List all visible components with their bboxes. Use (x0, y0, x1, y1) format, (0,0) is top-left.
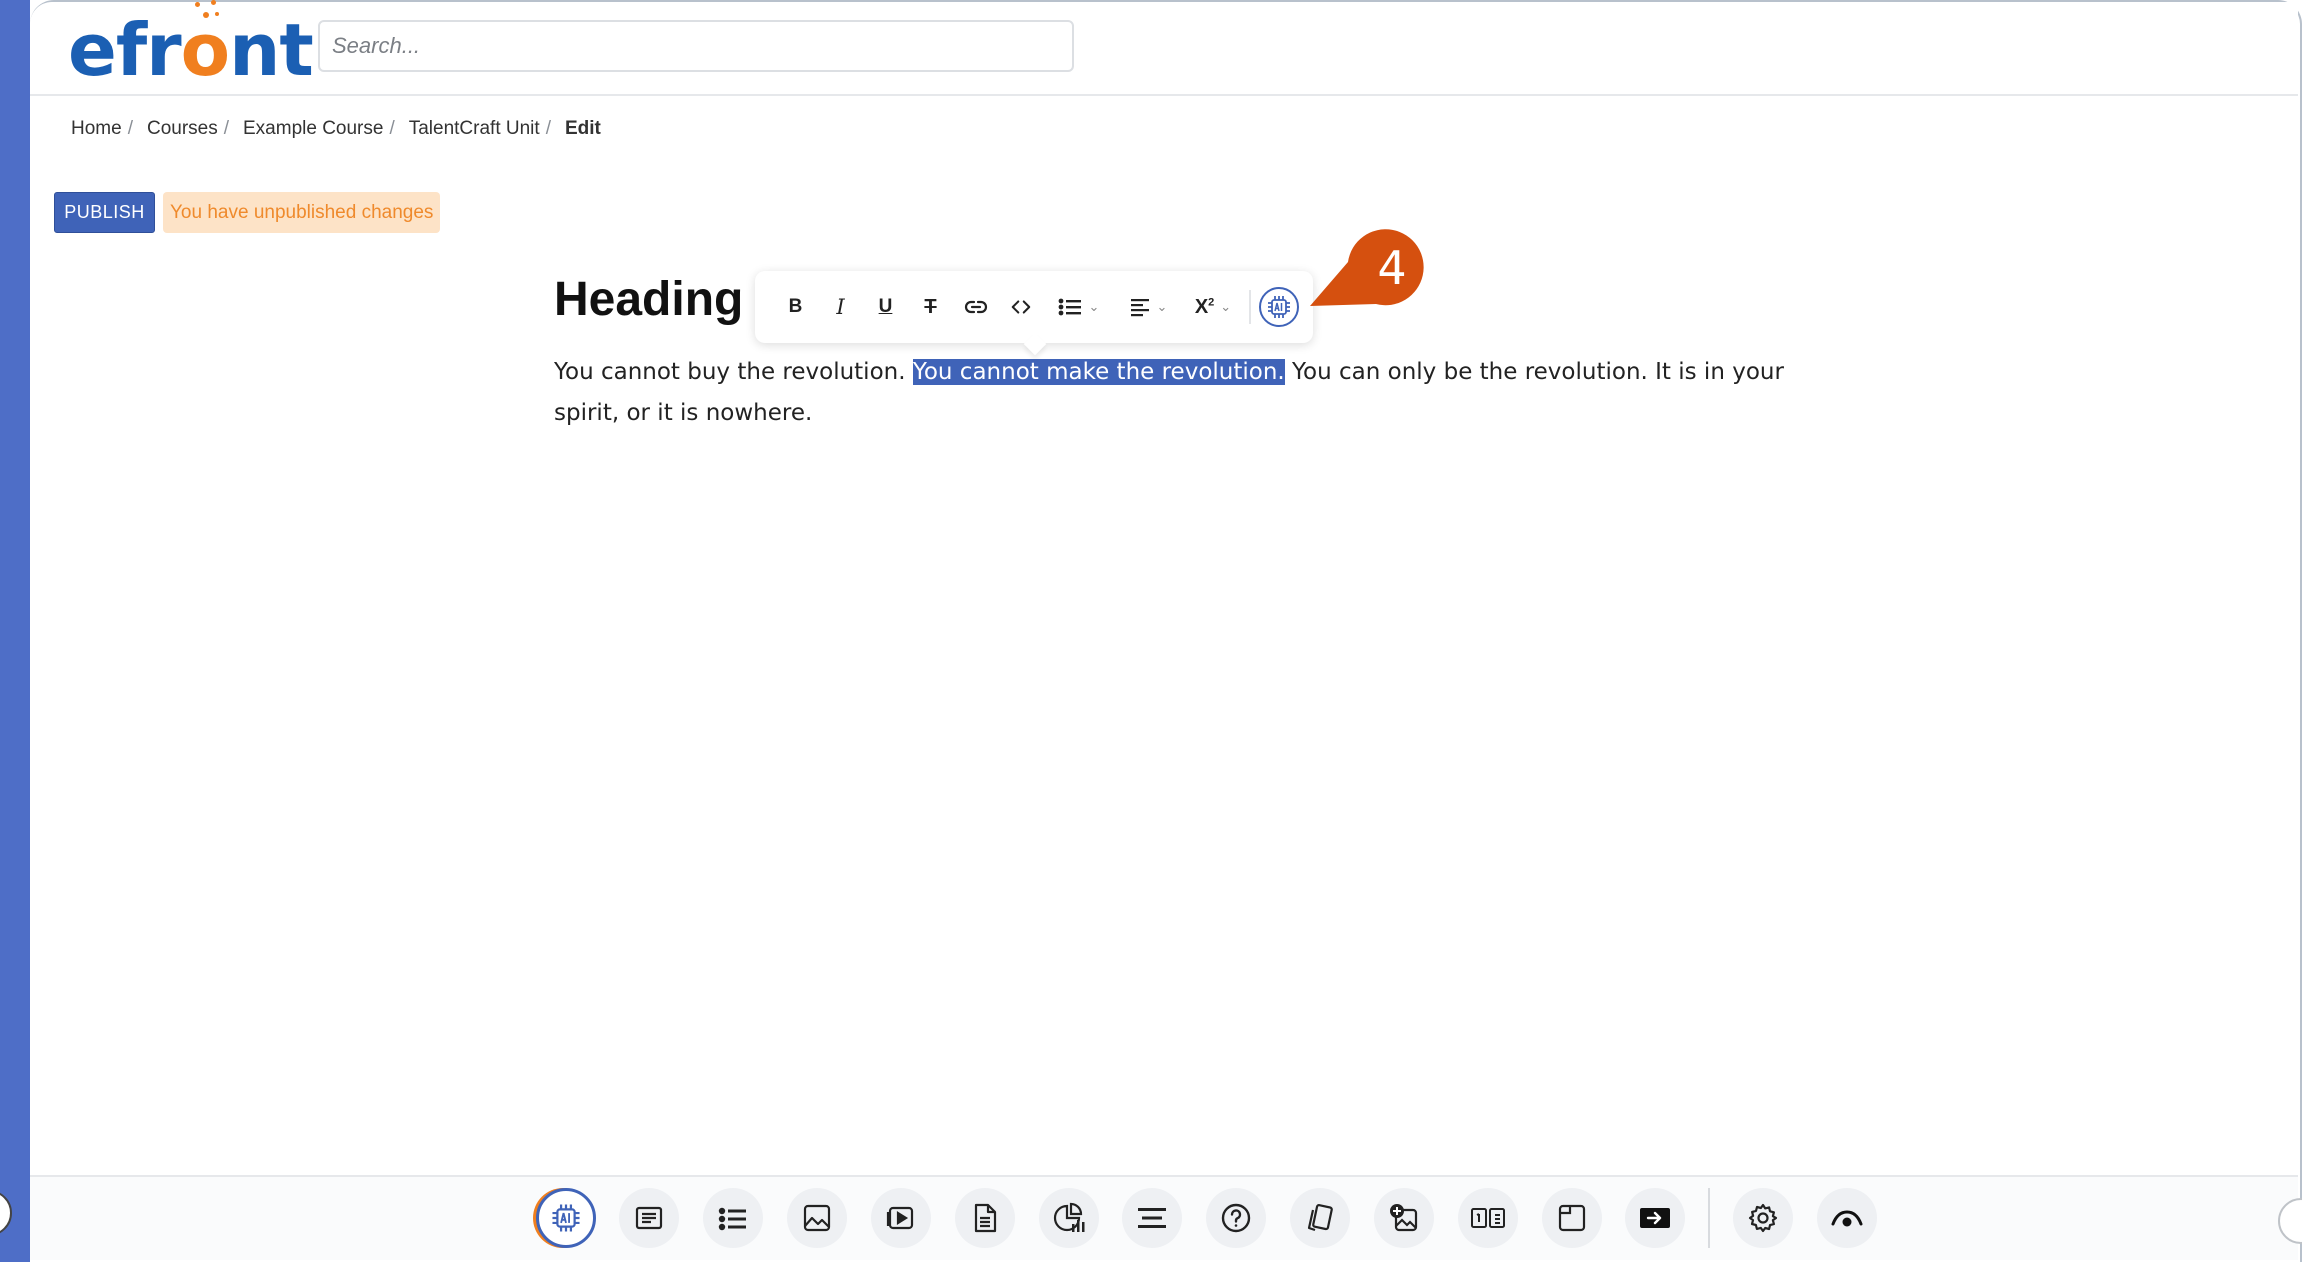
list-block-button[interactable] (703, 1188, 763, 1248)
chevron-down-icon: ⌄ (1088, 299, 1100, 314)
text-block-icon (635, 1206, 663, 1230)
chart-block-button[interactable] (1039, 1188, 1099, 1248)
breadcrumb: Home / Courses / Example Course / TalentCra… (71, 118, 601, 140)
list-icon (718, 1207, 746, 1231)
underline-icon: U (878, 296, 893, 317)
publish-button[interactable]: PUBLISH (54, 192, 155, 233)
code-icon (1011, 300, 1030, 314)
image-icon (803, 1204, 831, 1232)
paragraph-text-before: You cannot buy the revolution. (554, 359, 913, 385)
breadcrumb-courses[interactable]: Courses (147, 118, 218, 140)
step-number: 4 (1377, 241, 1407, 295)
left-accent-strip (0, 0, 30, 1262)
top-header: efr ont (30, 0, 2298, 96)
ai-chip-icon (1268, 296, 1290, 318)
gear-icon (1748, 1203, 1778, 1233)
window-icon (1558, 1204, 1586, 1232)
embed-icon (1640, 1208, 1670, 1228)
link-button[interactable] (953, 287, 998, 327)
align-dropdown[interactable]: ⌄ (1113, 287, 1183, 327)
document-block-button[interactable] (955, 1188, 1015, 1248)
chevron-down-icon: ⌄ (1220, 299, 1232, 314)
divider-block-button[interactable] (1122, 1188, 1182, 1248)
video-icon (886, 1206, 914, 1230)
align-left-icon (1130, 299, 1149, 317)
search-input[interactable] (318, 20, 1074, 72)
breadcrumb-current: Edit (564, 118, 601, 139)
link-icon (964, 300, 987, 314)
breadcrumb-home[interactable]: Home (71, 118, 122, 140)
italic-icon: I (836, 295, 845, 319)
code-button[interactable] (998, 287, 1043, 327)
video-block-button[interactable] (871, 1188, 931, 1248)
strikethrough-icon: T (924, 295, 937, 318)
preview-button[interactable] (1817, 1188, 1877, 1248)
embed-block-button[interactable] (1625, 1188, 1685, 1248)
content-heading[interactable]: Heading (554, 272, 743, 327)
ai-block-button[interactable] (536, 1188, 596, 1248)
underline-button[interactable]: U (863, 287, 908, 327)
bottom-toolbar-separator (1708, 1188, 1710, 1248)
bullet-list-icon (1058, 298, 1081, 316)
settings-button[interactable] (1733, 1188, 1793, 1248)
image-add-block-button[interactable] (1374, 1188, 1434, 1248)
bold-icon: B (788, 296, 803, 317)
compare-block-button[interactable] (1458, 1188, 1518, 1248)
flashcards-icon (1307, 1204, 1333, 1232)
list-dropdown[interactable]: ⌄ (1043, 287, 1113, 327)
superscript-dropdown[interactable]: X2 ⌄ (1183, 287, 1243, 327)
compare-icon (1471, 1208, 1505, 1228)
efront-logo[interactable]: efr ont (68, 0, 314, 92)
breadcrumb-example-course[interactable]: Example Course (243, 118, 383, 140)
divider-lines-icon (1138, 1208, 1166, 1228)
chart-icon (1053, 1202, 1085, 1232)
logo-sparks-icon (193, 0, 223, 24)
window-block-button[interactable] (1542, 1188, 1602, 1248)
image-block-button[interactable] (787, 1188, 847, 1248)
content-paragraph[interactable]: You cannot buy the revolution. You canno… (554, 352, 1794, 434)
toolbar-divider (1249, 290, 1251, 324)
chevron-down-icon: ⌄ (1156, 299, 1168, 314)
ai-chip-icon (552, 1204, 580, 1232)
text-block-button[interactable] (619, 1188, 679, 1248)
breadcrumb-talentcraft-unit[interactable]: TalentCraft Unit (409, 118, 540, 140)
selected-text[interactable]: You cannot make the revolution. (912, 359, 1285, 385)
flashcards-block-button[interactable] (1290, 1188, 1350, 1248)
image-add-icon (1390, 1204, 1418, 1232)
ai-assistant-button[interactable] (1259, 287, 1299, 327)
document-icon (974, 1203, 997, 1233)
unpublished-changes-badge: You have unpublished changes (163, 192, 441, 233)
floating-format-toolbar: B I U T ⌄ ⌄ X2 ⌄ (755, 271, 1313, 343)
app-frame (30, 0, 2302, 1262)
question-icon (1221, 1203, 1251, 1233)
strikethrough-button[interactable]: T (908, 287, 953, 327)
question-block-button[interactable] (1206, 1188, 1266, 1248)
eye-icon (1831, 1210, 1863, 1227)
bold-button[interactable]: B (773, 287, 818, 327)
italic-button[interactable]: I (818, 287, 863, 327)
superscript-icon: X2 (1194, 295, 1215, 318)
